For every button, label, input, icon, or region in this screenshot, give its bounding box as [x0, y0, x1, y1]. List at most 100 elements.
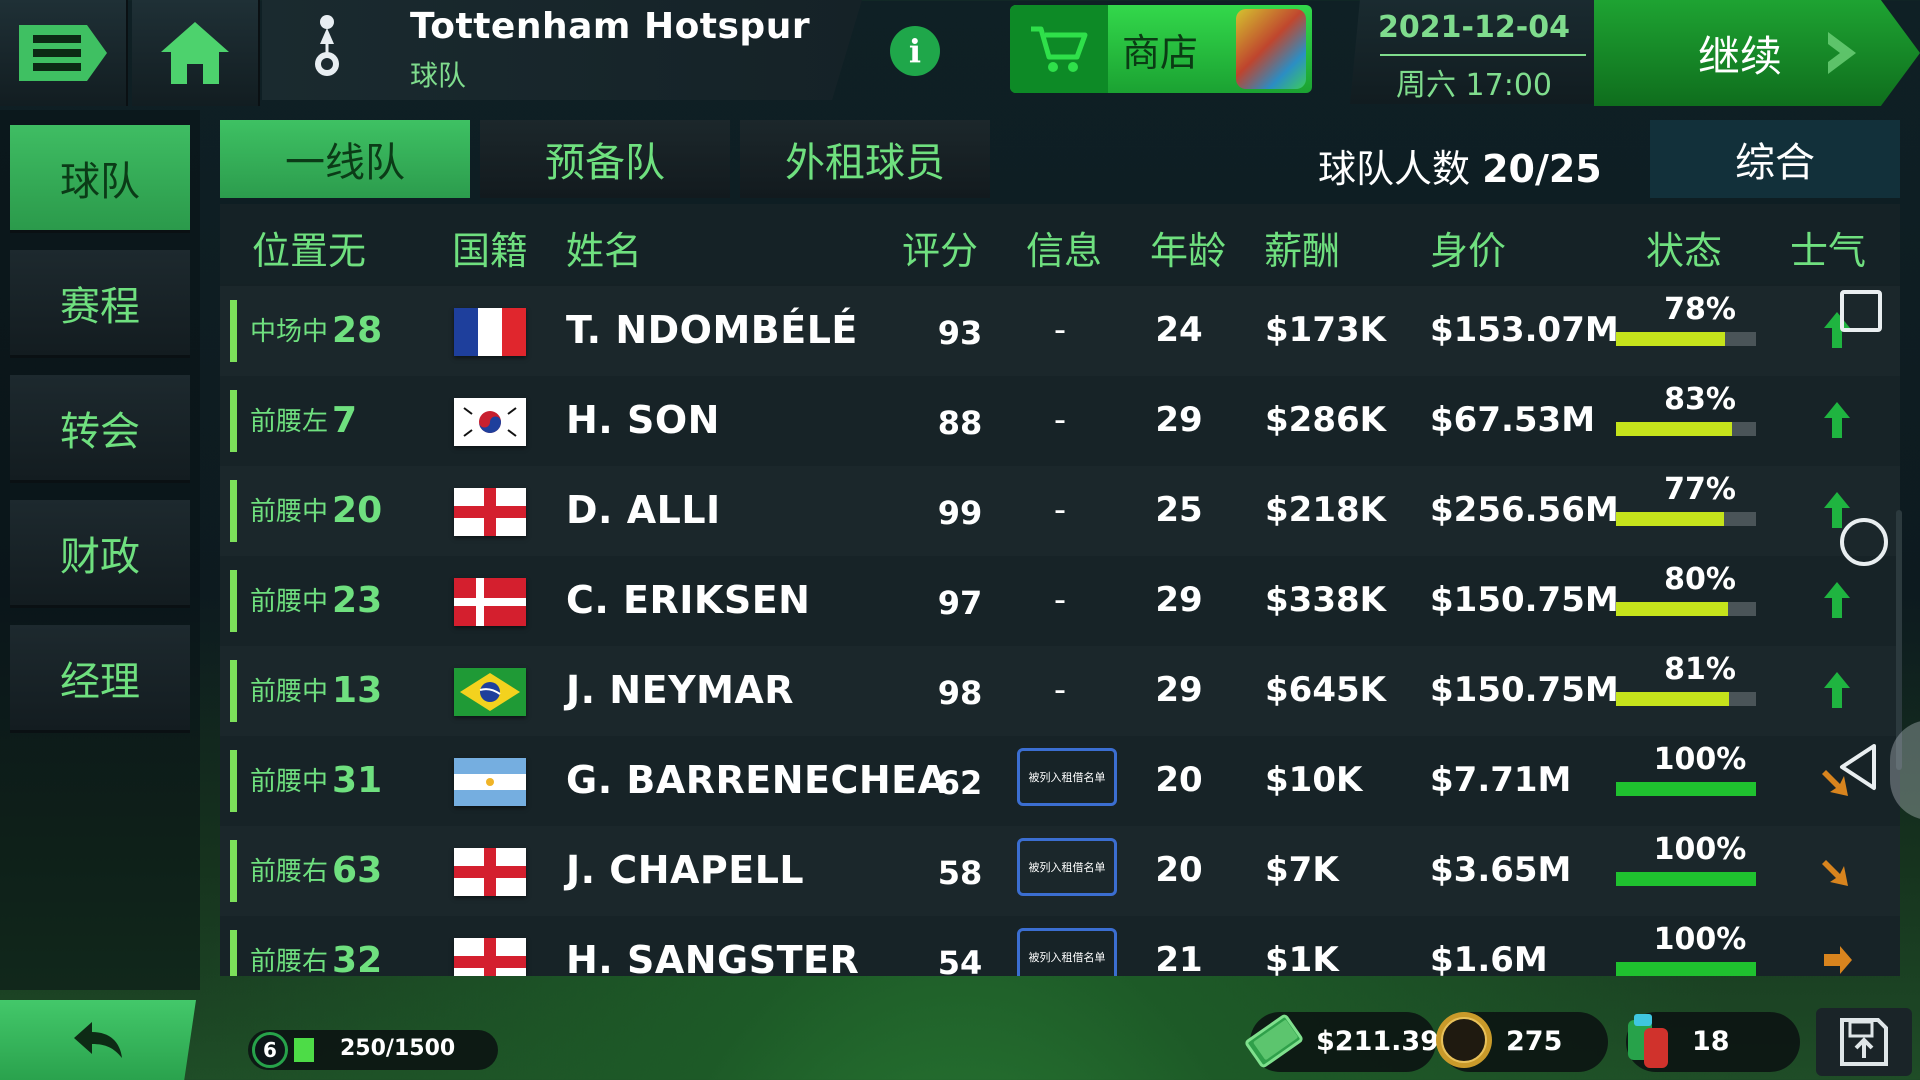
header-wage[interactable]: 薪酬: [1264, 220, 1340, 275]
sidebar-item-squad[interactable]: 球队: [10, 125, 190, 233]
condition-bar: [1616, 962, 1756, 976]
token-balance[interactable]: 18: [1626, 1012, 1800, 1072]
condition-bar: [1616, 872, 1756, 886]
recent-apps-icon[interactable]: [1840, 290, 1882, 332]
header-morale[interactable]: 士气: [1790, 220, 1866, 275]
position-indicator: [230, 750, 237, 812]
flag-england-icon: [454, 488, 526, 536]
table-row[interactable]: 前腰中 31 G. BARRENECHEA 62 被列入租借名单 20 $10K $7.71M…: [220, 736, 1900, 826]
player-info: -: [1053, 490, 1067, 530]
condition-percent: 77%: [1664, 472, 1736, 507]
shop-button[interactable]: 商店: [1010, 5, 1312, 93]
condition-bar-fill: [1616, 422, 1733, 436]
condition-percent: 83%: [1664, 382, 1736, 417]
overall-view-button[interactable]: 综合: [1650, 120, 1900, 198]
header-value[interactable]: 身价: [1430, 220, 1506, 275]
shirt-number: 28: [332, 310, 383, 351]
tab-reserves[interactable]: 预备队: [480, 120, 730, 198]
back-arrow-icon: [74, 1022, 122, 1058]
info-icon[interactable]: i: [890, 26, 940, 76]
position-indicator: [230, 660, 237, 722]
coin-balance[interactable]: 275: [1436, 1012, 1608, 1072]
player-name[interactable]: H. SANGSTER: [566, 938, 859, 976]
loan-list-badge[interactable]: 被列入租借名单: [1017, 928, 1117, 976]
shirt-number: 13: [332, 670, 383, 711]
header-rating[interactable]: 评分: [902, 220, 978, 275]
position-indicator: [230, 840, 237, 902]
player-wage: $645K: [1265, 670, 1386, 710]
table-row[interactable]: 前腰右 63 J. CHAPELL 58 被列入租借名单 20 $7K $3.65M 100%: [220, 826, 1900, 916]
table-row[interactable]: 前腰中 23 C. ERIKSEN 97 - 29 $338K $150.75M 80%: [220, 556, 1900, 646]
table-row[interactable]: 前腰右 32 H. SANGSTER 54 被列入租借名单 21 $1K $1.6M 100%: [220, 916, 1900, 976]
save-button[interactable]: [1816, 1008, 1912, 1076]
condition-percent: 100%: [1653, 922, 1747, 957]
player-rating: 98: [937, 674, 983, 712]
date-panel: 2021-12-04 周六 17:00: [1350, 0, 1598, 104]
header-nationality[interactable]: 国籍: [452, 220, 528, 275]
header-info[interactable]: 信息: [1026, 220, 1102, 275]
header-age[interactable]: 年龄: [1150, 220, 1226, 275]
table-row[interactable]: 中场中 28 T. NDOMBÉLÉ 93 - 24 $173K $153.07M 78%: [220, 286, 1900, 376]
team-crest-icon: [315, 15, 339, 76]
header-condition[interactable]: 状态: [1646, 220, 1722, 275]
coin-value: 275: [1506, 1026, 1563, 1057]
table-row[interactable]: 前腰中 13 J. NEYMAR 98 - 29 $645K $150.75M 81%: [220, 646, 1900, 736]
loan-list-badge[interactable]: 被列入租借名单: [1017, 748, 1117, 806]
home-button[interactable]: [132, 0, 260, 106]
back-button[interactable]: [0, 1000, 196, 1080]
condition-bar: [1616, 692, 1756, 706]
menu-icon: [19, 25, 107, 81]
tab-first-team[interactable]: 一线队: [220, 120, 470, 198]
table-row[interactable]: 前腰中 20 D. ALLI 99 - 25 $218K $256.56M 77%: [220, 466, 1900, 556]
player-age: 20: [1155, 850, 1203, 890]
system-home-icon[interactable]: [1840, 518, 1888, 566]
flag-south-korea-icon: [454, 398, 526, 446]
header-position[interactable]: 位置无: [252, 220, 366, 275]
save-icon: [1840, 1018, 1888, 1066]
header-name[interactable]: 姓名: [566, 220, 642, 275]
player-name[interactable]: T. NDOMBÉLÉ: [566, 308, 858, 352]
shirt-number: 20: [332, 490, 383, 531]
sidebar-item-transfers[interactable]: 转会: [10, 375, 190, 483]
player-age: 29: [1155, 580, 1203, 620]
condition-bar: [1616, 602, 1756, 616]
player-position: 前腰左 7: [250, 400, 357, 441]
squad-count-label: 球队人数: [1318, 147, 1471, 191]
team-subtitle: 球队: [410, 59, 467, 92]
cash-balance[interactable]: $211.39M: [1245, 1012, 1466, 1072]
coin-icon: [1436, 1012, 1492, 1068]
player-wage: $218K: [1265, 490, 1386, 530]
player-name[interactable]: G. BARRENECHEA: [566, 758, 948, 802]
tab-loaned-out[interactable]: 外租球员: [740, 120, 990, 198]
system-back-icon[interactable]: [1836, 742, 1880, 792]
position-indicator: [230, 930, 237, 976]
condition-percent: 78%: [1664, 292, 1736, 327]
condition-percent: 100%: [1653, 742, 1747, 777]
sidebar-item-manager[interactable]: 经理: [10, 625, 190, 733]
tokens-icon: [1628, 1014, 1668, 1068]
player-value: $67.53M: [1430, 400, 1596, 440]
condition-bar: [1616, 782, 1756, 796]
player-name[interactable]: D. ALLI: [566, 488, 721, 532]
condition-bar-fill: [1616, 872, 1756, 886]
player-name[interactable]: C. ERIKSEN: [566, 578, 811, 622]
player-name[interactable]: J. NEYMAR: [566, 668, 794, 712]
player-rating: 62: [937, 764, 983, 802]
player-wage: $10K: [1265, 760, 1363, 800]
manager-level: 6: [252, 1032, 288, 1068]
continue-button[interactable]: 继续: [1594, 0, 1920, 106]
condition-bar: [1616, 332, 1756, 346]
sidebar-item-finances[interactable]: 财政: [10, 500, 190, 608]
cash-icon: [1245, 1014, 1303, 1068]
player-position: 前腰右 63: [250, 850, 382, 891]
condition-percent: 100%: [1653, 832, 1747, 867]
player-name[interactable]: H. SON: [566, 398, 720, 442]
loan-list-badge[interactable]: 被列入租借名单: [1017, 838, 1117, 896]
player-rating: 93: [937, 314, 983, 352]
menu-button[interactable]: [0, 0, 128, 106]
player-name[interactable]: J. CHAPELL: [566, 848, 804, 892]
player-rating: 58: [937, 854, 983, 892]
table-row[interactable]: 前腰左 7 H. SON 88 - 29 $286K $67.53M 83%: [220, 376, 1900, 466]
sidebar-item-fixtures[interactable]: 赛程: [10, 250, 190, 358]
position-indicator: [230, 300, 237, 362]
